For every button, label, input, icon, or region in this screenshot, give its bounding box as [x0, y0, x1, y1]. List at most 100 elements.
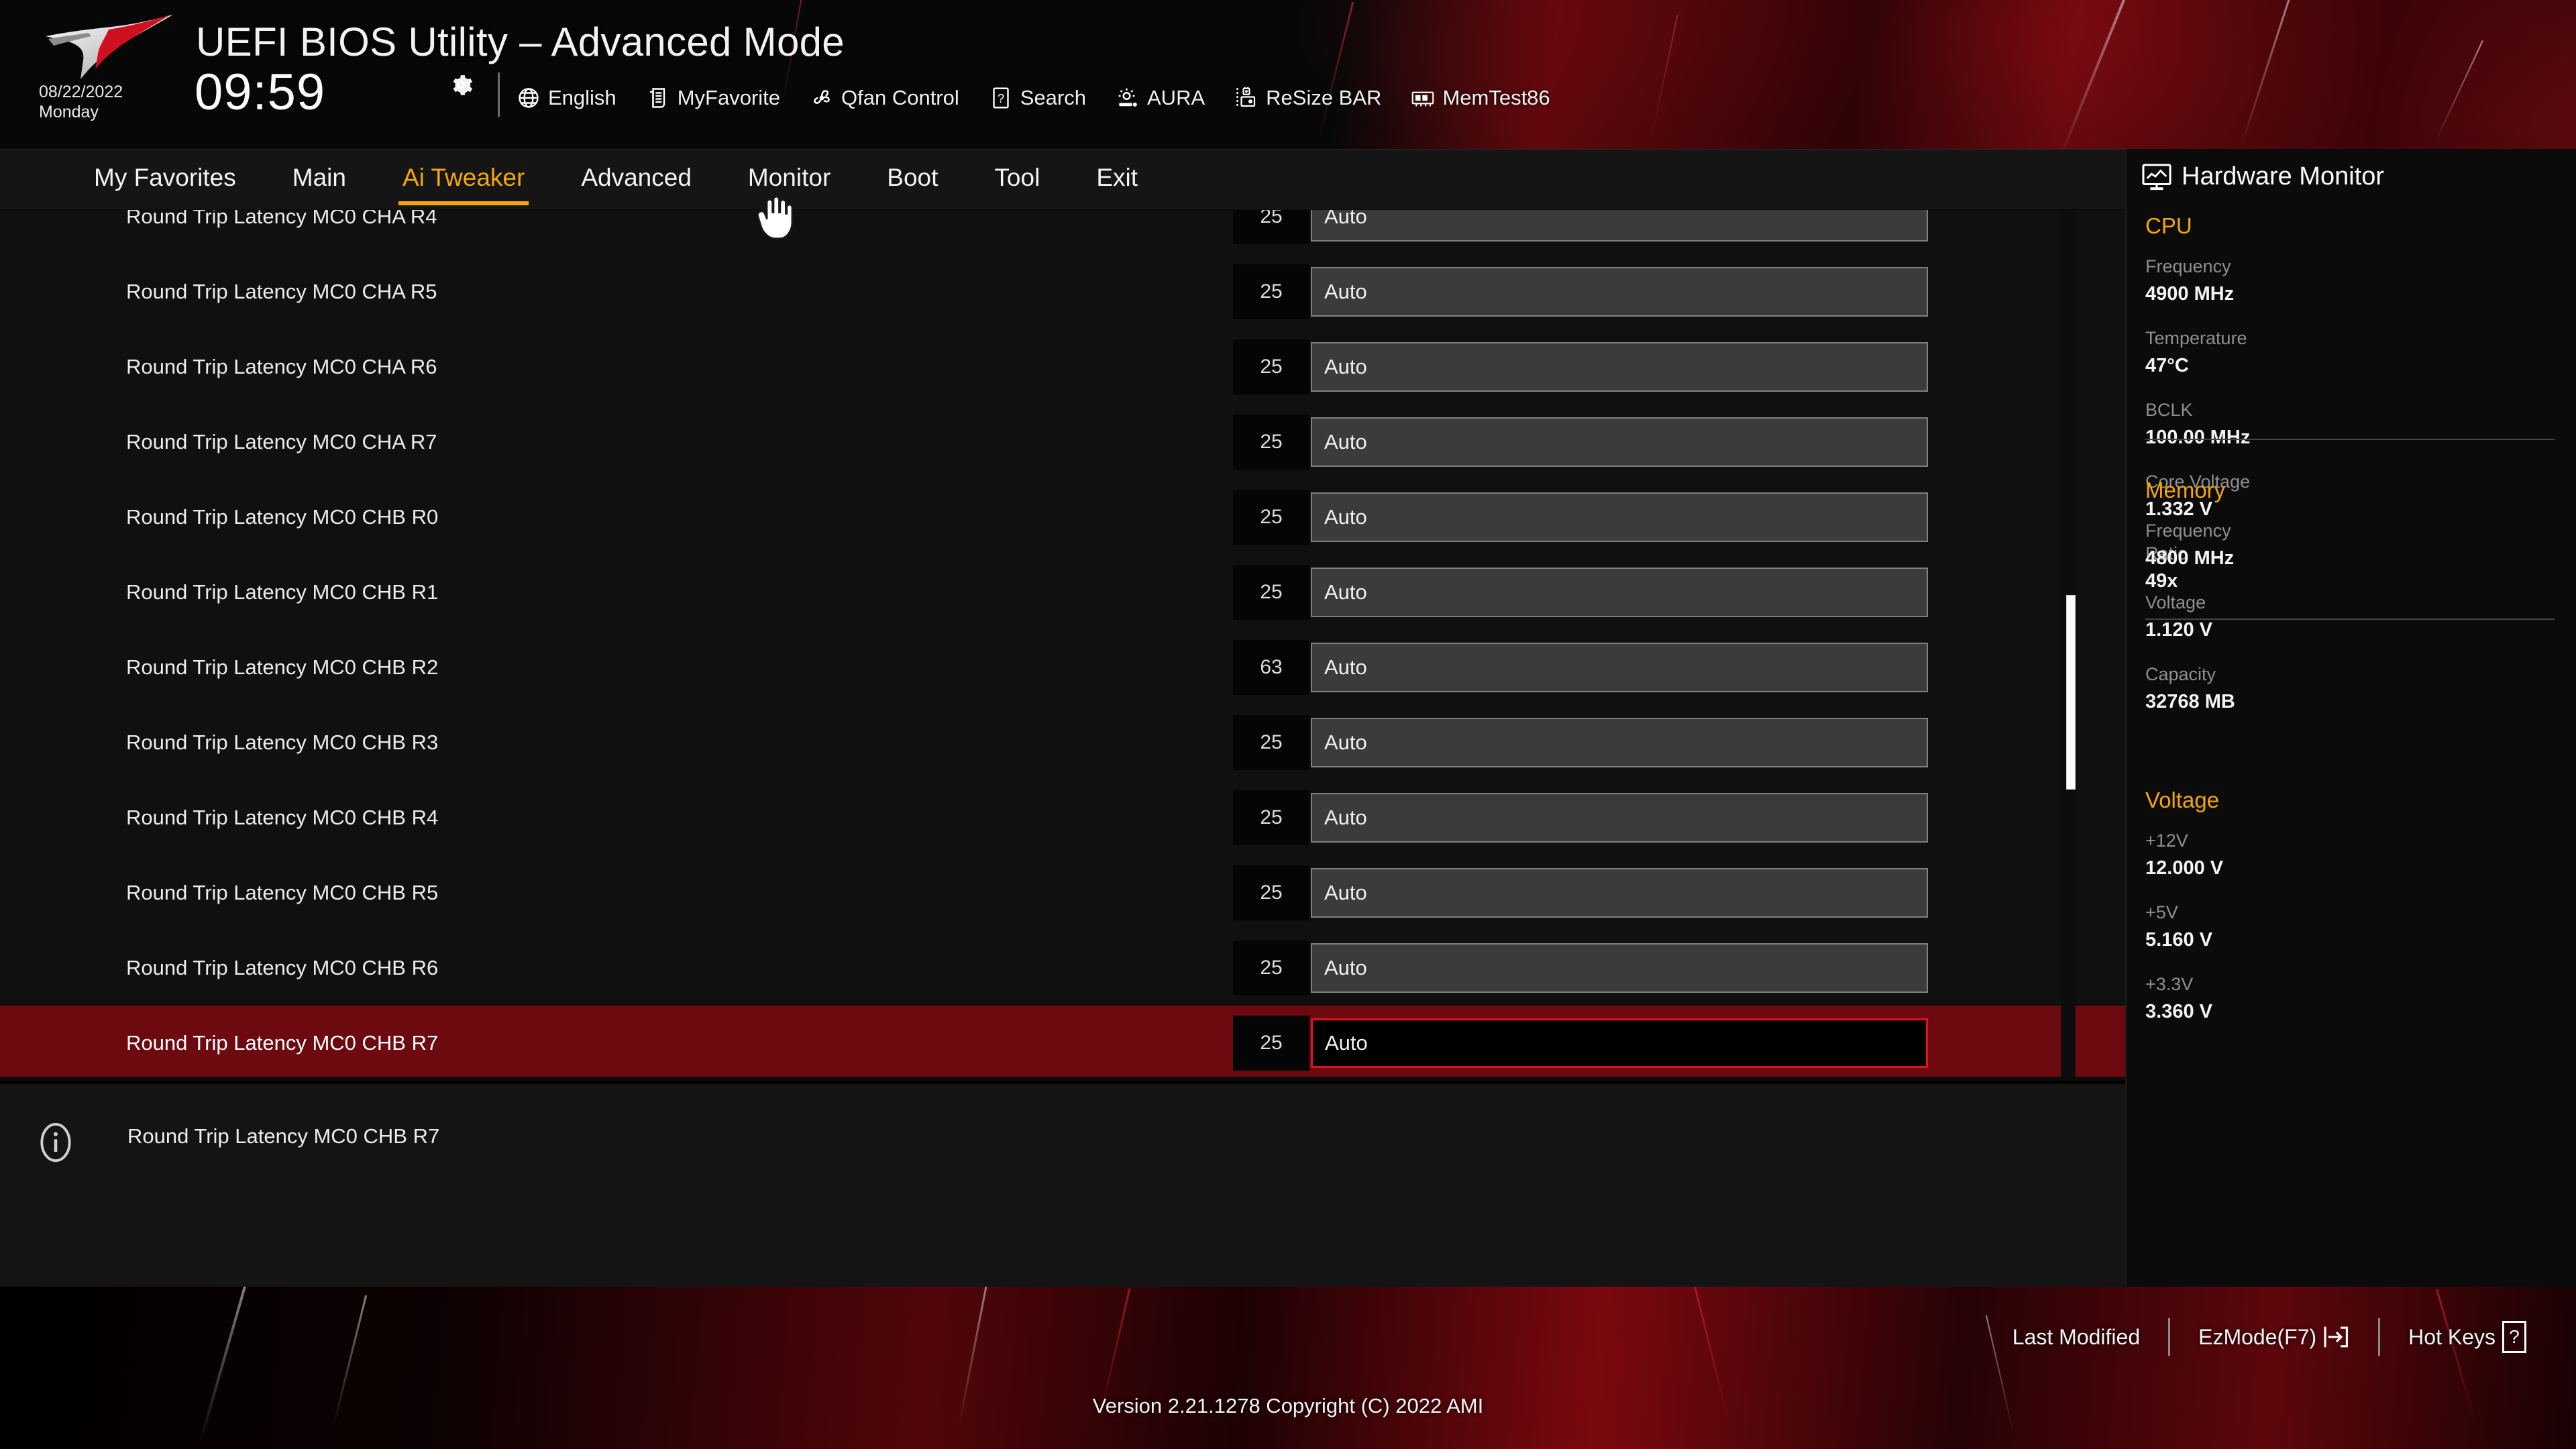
setting-current-value: 25 — [1233, 339, 1309, 394]
question-box-icon: ? — [993, 87, 1009, 109]
hm-key: +5V — [2145, 902, 2178, 922]
toolbar-item-english[interactable]: English — [517, 86, 616, 110]
toolbar-item-resize-bar[interactable]: ReSize BAR — [1234, 86, 1381, 110]
toolbar-item-aura[interactable]: AURA — [1116, 86, 1205, 110]
table-row[interactable]: Round Trip Latency MC0 CHB R4 25 Auto — [0, 780, 2125, 855]
setting-input[interactable]: Auto — [1311, 943, 1928, 993]
hot-keys-label: Hot Keys — [2408, 1324, 2496, 1349]
toolbar-item-search[interactable]: ? Search — [989, 86, 1086, 110]
footer-actions: Last Modified EzMode(F7) Hot Keys ? — [2012, 1318, 2526, 1356]
rog-logo-icon — [46, 15, 173, 79]
tab-advanced[interactable]: Advanced — [581, 164, 692, 196]
hm-cell-voltage-3-3v: +3.3V 3.360 V — [2145, 974, 2560, 1023]
settings-rows: Round Trip Latency MC0 CHA R4 25 Auto Ro… — [0, 210, 2125, 1077]
hardware-monitor-title-text: Hardware Monitor — [2182, 162, 2384, 191]
setting-label: Round Trip Latency MC0 CHA R5 — [126, 280, 437, 303]
last-modified-label: Last Modified — [2012, 1324, 2141, 1349]
setting-input[interactable]: Auto — [1311, 210, 1928, 241]
hm-grid-voltage: +12V 12.000 V +5V 5.160 V +3.3V 3.360 V — [2145, 830, 2560, 1046]
scrollbar-thumb[interactable] — [2066, 595, 2076, 790]
globe-icon — [519, 88, 539, 108]
table-row[interactable]: Round Trip Latency MC0 CHB R2 63 Auto — [0, 630, 2125, 705]
header-bar: UEFI BIOS Utility – Advanced Mode 08/22/… — [0, 0, 2576, 149]
table-row[interactable]: Round Trip Latency MC0 CHB R3 25 Auto — [0, 705, 2125, 780]
toolbar-item-myfavorite[interactable]: MyFavorite — [646, 86, 780, 110]
hm-divider-1 — [2145, 439, 2555, 440]
setting-label: Round Trip Latency MC0 CHB R2 — [126, 655, 439, 679]
table-row[interactable]: Round Trip Latency MC0 CHA R7 25 Auto — [0, 405, 2125, 480]
memory-module-icon — [1412, 91, 1434, 107]
hm-divider-2 — [2145, 619, 2555, 620]
table-row[interactable]: Round Trip Latency MC0 CHB R0 25 Auto — [0, 480, 2125, 555]
table-row[interactable]: Round Trip Latency MC0 CHB R6 25 Auto — [0, 930, 2125, 1006]
hm-key: Frequency — [2145, 256, 2231, 276]
setting-input[interactable]: Auto — [1311, 568, 1928, 617]
setting-label: Round Trip Latency MC0 CHB R6 — [126, 956, 439, 979]
hm-grid-memory: Frequency 4800 MHz Voltage 1.120 V Capac… — [2145, 521, 2560, 736]
hm-key: BCLK — [2145, 400, 2193, 420]
hm-value: 12.000 V — [2145, 857, 2224, 879]
info-bar — [0, 1081, 2125, 1287]
setting-input[interactable]: Auto — [1311, 643, 1928, 692]
tab-boot[interactable]: Boot — [887, 164, 938, 196]
table-row-selected[interactable]: Round Trip Latency MC0 CHB R7 25 Auto — [0, 1006, 2125, 1077]
hardware-monitor-panel: Hardware Monitor CPU Frequency 4900 MHz … — [2125, 149, 2576, 1287]
favorite-list-icon — [649, 88, 665, 108]
hm-cell-memory-capacity: Capacity 32768 MB — [2145, 664, 2560, 713]
setting-current-value: 25 — [1233, 565, 1309, 620]
header-toolbar: English MyFavorite Qfan Control ? Search… — [517, 80, 1580, 115]
setting-input[interactable]: Auto — [1311, 868, 1928, 918]
setting-label: Round Trip Latency MC0 CHB R5 — [126, 881, 439, 904]
table-row[interactable]: Round Trip Latency MC0 CHA R4 25 Auto — [0, 210, 2125, 254]
tab-ai-tweaker[interactable]: Ai Tweaker — [398, 164, 529, 205]
hm-value: 47°C — [2145, 355, 2189, 376]
setting-input[interactable]: Auto — [1311, 417, 1928, 467]
hot-keys-question-icon: ? — [2502, 1321, 2526, 1353]
hm-value: 3.360 V — [2145, 1001, 2212, 1022]
setting-current-value: 25 — [1233, 715, 1309, 770]
setting-label: Round Trip Latency MC0 CHB R7 — [126, 1031, 439, 1055]
tab-tool[interactable]: Tool — [994, 164, 1040, 196]
tab-exit[interactable]: Exit — [1096, 164, 1138, 196]
hm-section-voltage: Voltage +12V 12.000 V +5V 5.160 V +3.3V … — [2145, 788, 2560, 1046]
setting-input[interactable]: Auto — [1311, 267, 1928, 317]
header-divider — [498, 72, 500, 117]
date-value: 08/22/2022 — [39, 83, 123, 101]
toolbar-label-memtest86: MemTest86 — [1442, 86, 1550, 109]
setting-input[interactable]: Auto — [1311, 342, 1928, 392]
footer-divider-1 — [2168, 1318, 2171, 1356]
table-row[interactable]: Round Trip Latency MC0 CHA R6 25 Auto — [0, 329, 2125, 405]
hm-key: +12V — [2145, 830, 2188, 851]
setting-input[interactable]: Auto — [1311, 718, 1928, 767]
setting-input-focused[interactable]: Auto — [1311, 1018, 1928, 1068]
setting-current-value: 25 — [1233, 264, 1309, 319]
toolbar-item-qfan-control[interactable]: Qfan Control — [810, 86, 959, 110]
hm-value: 1.120 V — [2145, 619, 2212, 641]
gear-icon[interactable] — [448, 72, 474, 98]
fan-icon — [814, 90, 830, 104]
table-row[interactable]: Round Trip Latency MC0 CHB R1 25 Auto — [0, 555, 2125, 630]
toolbar-item-memtest86[interactable]: MemTest86 — [1411, 86, 1550, 110]
date-display: 08/22/2022 Monday — [39, 82, 123, 122]
table-row[interactable]: Round Trip Latency MC0 CHB R5 25 Auto — [0, 855, 2125, 930]
toolbar-label-aura: AURA — [1147, 86, 1205, 109]
table-row[interactable]: Round Trip Latency MC0 CHA R5 25 Auto — [0, 254, 2125, 329]
last-modified-button[interactable]: Last Modified — [2012, 1325, 2140, 1350]
hot-keys-button[interactable]: Hot Keys ? — [2408, 1321, 2526, 1353]
setting-label: Round Trip Latency MC0 CHB R0 — [126, 505, 439, 529]
weekday-value: Monday — [39, 103, 99, 121]
hm-value: 32768 MB — [2145, 691, 2235, 712]
setting-input[interactable]: Auto — [1311, 793, 1928, 843]
tab-my-favorites[interactable]: My Favorites — [94, 164, 236, 196]
setting-input[interactable]: Auto — [1311, 492, 1928, 542]
setting-label: Round Trip Latency MC0 CHA R4 — [126, 210, 437, 228]
hm-key: Capacity — [2145, 664, 2216, 684]
setting-label: Round Trip Latency MC0 CHB R1 — [126, 580, 439, 604]
ezmode-button[interactable]: EzMode(F7) — [2198, 1324, 2350, 1350]
tab-monitor[interactable]: Monitor — [748, 164, 830, 196]
setting-current-value: 25 — [1233, 1016, 1309, 1071]
setting-label: Round Trip Latency MC0 CHB R4 — [126, 806, 439, 829]
svg-text:?: ? — [998, 92, 1004, 105]
hm-section-heading-cpu: CPU — [2145, 213, 2192, 238]
tab-main[interactable]: Main — [292, 164, 346, 196]
